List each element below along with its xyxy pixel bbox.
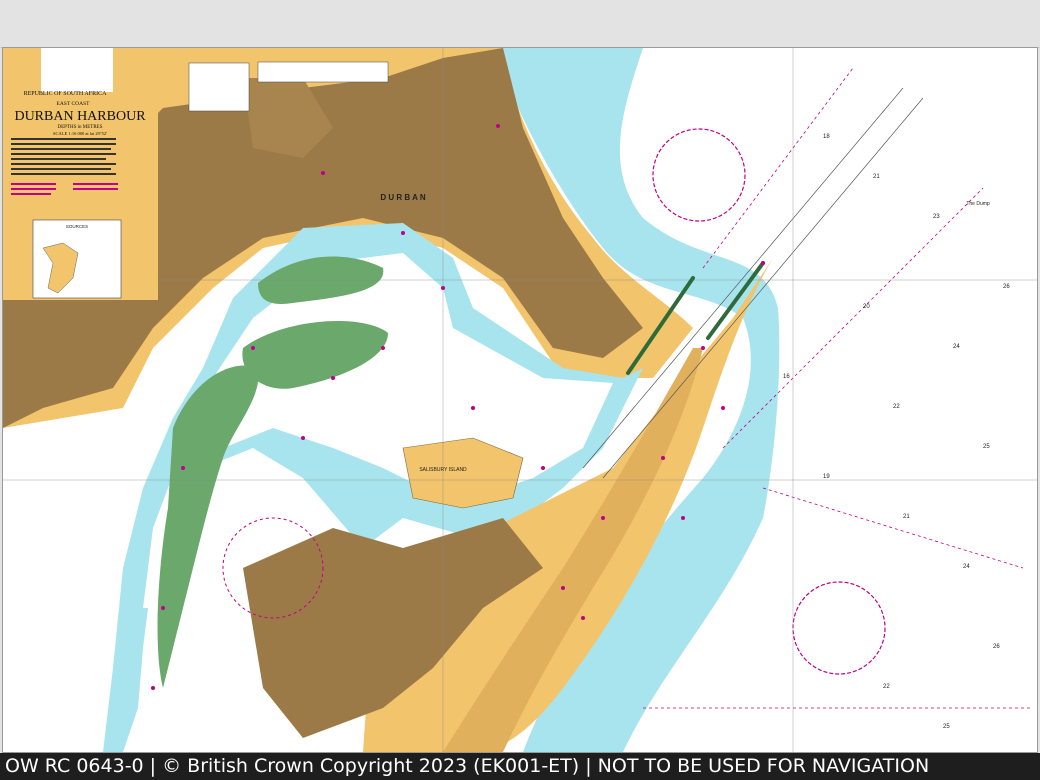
salisbury-island-label: SALISBURY ISLAND <box>419 467 467 473</box>
svg-text:18: 18 <box>823 134 830 140</box>
svg-text:21: 21 <box>903 514 910 520</box>
chart-title: DURBAN HARBOUR <box>14 109 146 124</box>
tidal-table-left <box>188 62 250 112</box>
svg-text:24: 24 <box>963 564 970 570</box>
svg-text:26: 26 <box>1003 284 1010 290</box>
svg-text:16: 16 <box>783 374 790 380</box>
sources-title: SOURCES <box>66 224 88 229</box>
top-margin <box>0 0 1040 48</box>
svg-text:22: 22 <box>883 684 890 690</box>
city-label: D U R B A N <box>380 193 425 202</box>
svg-text:22: 22 <box>893 404 900 410</box>
svg-text:20: 20 <box>863 304 870 310</box>
svg-text:19: 19 <box>823 474 830 480</box>
footer-copyright: OW RC 0643-0 | © British Crown Copyright… <box>0 753 1040 780</box>
nautical-chart[interactable]: 18 21 23 20 24 22 25 21 24 22 26 25 16 19 26 REPUB… <box>2 47 1038 753</box>
svg-text:25: 25 <box>943 724 950 730</box>
svg-text:23: 23 <box>933 214 940 220</box>
coast-label: EAST COAST <box>56 101 90 107</box>
depths-label: DEPTHS in METRES <box>57 125 102 130</box>
country-label: REPUBLIC OF SOUTH AFRICA <box>24 91 108 97</box>
svg-text:26: 26 <box>993 644 1000 650</box>
tidal-table-right <box>257 61 389 83</box>
svg-text:21: 21 <box>873 174 880 180</box>
scale-label: SCALE 1:16 000 at lat 29°52' <box>53 131 107 136</box>
svg-text:25: 25 <box>983 444 990 450</box>
svg-text:24: 24 <box>953 344 960 350</box>
blank-cartouche <box>41 48 113 92</box>
the-dump-label: The Dump <box>966 201 990 207</box>
